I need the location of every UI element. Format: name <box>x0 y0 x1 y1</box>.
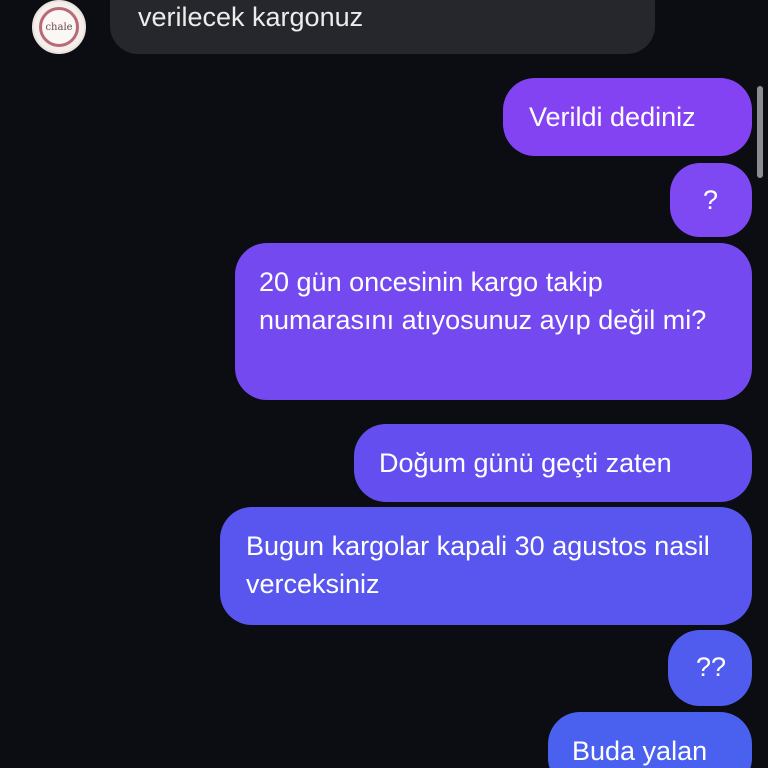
avatar-logo-ring: chale <box>39 7 79 47</box>
message-text: ?? <box>696 652 727 682</box>
message-text: Verildi dediniz <box>529 102 696 132</box>
outgoing-message-bubble[interactable]: Verildi dediniz <box>503 78 752 156</box>
outgoing-message-bubble[interactable]: Doğum günü geçti zaten <box>354 424 752 502</box>
message-text: ? <box>703 185 719 215</box>
avatar-logo-text: chale <box>45 21 73 33</box>
message-text: Doğum günü geçti zaten <box>379 448 672 478</box>
contact-avatar[interactable]: chale <box>32 0 86 54</box>
message-text: Bugun kargolar kapali 30 agustos nasil v… <box>246 531 710 599</box>
message-text: Buda yalan <box>572 736 708 766</box>
outgoing-message-bubble[interactable]: Buda yalan <box>548 712 752 768</box>
message-text: verilecek kargonuz <box>138 2 364 32</box>
outgoing-message-bubble[interactable]: Bugun kargolar kapali 30 agustos nasil v… <box>220 507 752 625</box>
message-text: 20 gün oncesinin kargo takip numarasını … <box>259 267 707 335</box>
incoming-message-bubble[interactable]: verilecek kargonuz <box>110 0 655 54</box>
outgoing-message-bubble[interactable]: ? <box>670 163 752 237</box>
scrollbar[interactable] <box>757 86 763 178</box>
outgoing-message-bubble[interactable]: ?? <box>668 630 752 706</box>
outgoing-message-bubble[interactable]: 20 gün oncesinin kargo takip numarasını … <box>235 243 752 400</box>
chat-screen: chale verilecek kargonuz Verildi dediniz… <box>0 0 768 768</box>
